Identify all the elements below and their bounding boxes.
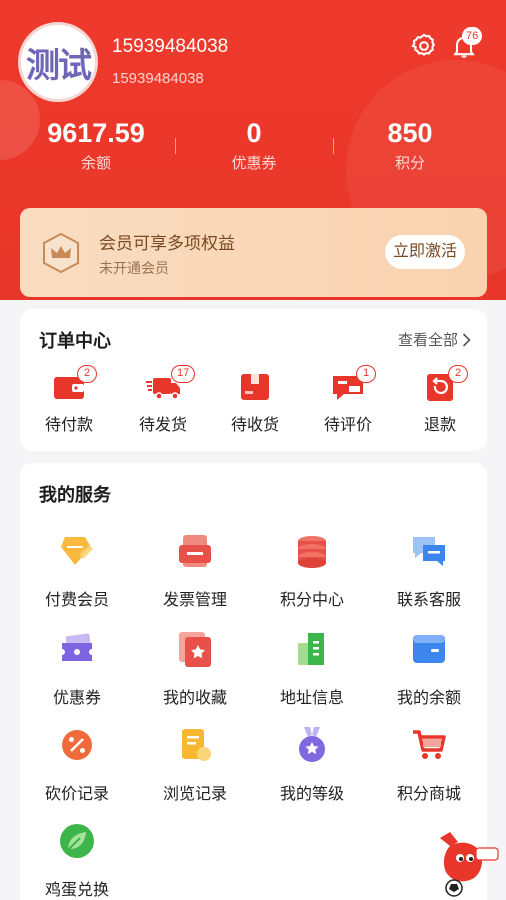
notification-badge: 76 [462,27,483,45]
order-count-badge: 2 [77,365,97,383]
service-my-favorites[interactable]: 我的收藏 [140,629,250,708]
avatar-text: 测试 [26,45,92,86]
service-coupons[interactable]: 优惠券 [22,629,132,708]
phone-number: 15939484038 [112,70,204,87]
activate-vip-button[interactable]: 立即激活 [385,235,465,269]
service-label: 地址信息 [279,690,344,707]
order-pending-shipment[interactable]: 17 待发货 [118,365,208,435]
service-my-level[interactable]: 我的等级 [257,725,367,804]
service-bargain-records[interactable]: 砍价记录 [22,725,132,804]
chat-icon [413,537,445,566]
order-label: 待收货 [230,417,279,434]
my-services-title: 我的服务 [39,485,111,505]
order-count-badge: 1 [356,365,376,383]
service-address-info[interactable]: 地址信息 [257,629,367,708]
my-services-card: 我的服务 付费会员 发票管理 积分中心 联系客服 优惠券 我的收藏 地址信息 我… [20,463,487,900]
star-card-icon [179,632,211,667]
building-icon [298,633,324,665]
service-paid-membership[interactable]: 付费会员 [22,531,132,610]
service-label: 我的余额 [396,690,461,707]
order-pending-payment[interactable]: 2 待付款 [24,365,114,435]
cart-icon [413,730,446,759]
vip-subtitle: 未开通会员 [99,260,169,276]
chevron-right-icon [462,332,471,347]
balance-stat[interactable]: 9617.59 余额 [16,116,176,173]
service-label: 联系客服 [396,592,461,609]
stat-label: 积分 [394,155,425,172]
service-egg-exchange[interactable]: 鸡蛋兑换 [22,821,132,900]
service-label: 浏览记录 [162,786,227,803]
service-browsing-history[interactable]: 浏览记录 [140,725,250,804]
coupon-stat[interactable]: 0 优惠券 [174,116,334,173]
vip-title: 会员可享多项权益 [99,234,235,253]
stat-value: 850 [387,118,433,148]
gear-icon[interactable] [410,32,438,60]
stat-value: 9617.59 [47,118,145,148]
username: 15939484038 [112,36,229,57]
service-label: 砍价记录 [44,786,109,803]
service-invoice-management[interactable]: 发票管理 [140,531,250,610]
order-label: 退款 [423,417,456,434]
order-label: 待评价 [323,417,372,434]
crown-icon [43,232,79,274]
diamond-icon [61,537,93,565]
stat-label: 余额 [80,155,111,172]
order-center-title: 订单中心 [39,331,111,351]
coins-icon [298,536,326,568]
history-doc-icon [182,729,211,761]
order-center-card: 订单中心 查看全部 2 待付款 17 待发货 待收货 1 待评价 2 退款 [20,309,487,451]
service-label: 发票管理 [162,592,227,609]
vip-banner[interactable]: 会员可享多项权益 未开通会员 立即激活 [20,208,487,297]
invoice-icon [179,535,211,567]
order-count-badge: 17 [171,365,196,383]
ticket-icon [62,633,92,661]
discount-icon [62,730,92,760]
points-stat[interactable]: 850 积分 [330,116,490,173]
stat-label: 优惠券 [231,155,277,172]
service-contact-support[interactable]: 联系客服 [374,531,484,610]
wallet-card-icon [413,635,445,663]
mascot-float-icon[interactable] [432,828,502,900]
service-label: 我的等级 [279,786,344,803]
service-label: 积分商城 [396,786,461,803]
service-label: 优惠券 [52,690,101,707]
avatar[interactable]: 测试 [18,22,98,102]
order-pending-receipt[interactable]: 待收货 [210,371,300,435]
stat-value: 0 [246,118,262,148]
medal-icon [299,727,325,762]
service-my-balance[interactable]: 我的余额 [374,629,484,708]
view-all-orders-link[interactable]: 查看全部 [398,329,471,350]
service-points-center[interactable]: 积分中心 [257,531,367,610]
service-label: 鸡蛋兑换 [44,882,109,899]
service-points-mall[interactable]: 积分商城 [374,725,484,804]
view-all-label: 查看全部 [397,332,458,349]
order-label: 待发货 [138,417,187,434]
order-refund[interactable]: 2 退款 [395,365,485,435]
order-label: 待付款 [44,417,93,434]
leaf-icon [60,824,94,858]
service-label: 我的收藏 [162,690,227,707]
service-label: 付费会员 [44,592,109,609]
order-pending-review[interactable]: 1 待评价 [303,365,393,435]
package-icon [241,374,269,400]
order-count-badge: 2 [448,365,468,383]
service-label: 积分中心 [279,592,344,609]
